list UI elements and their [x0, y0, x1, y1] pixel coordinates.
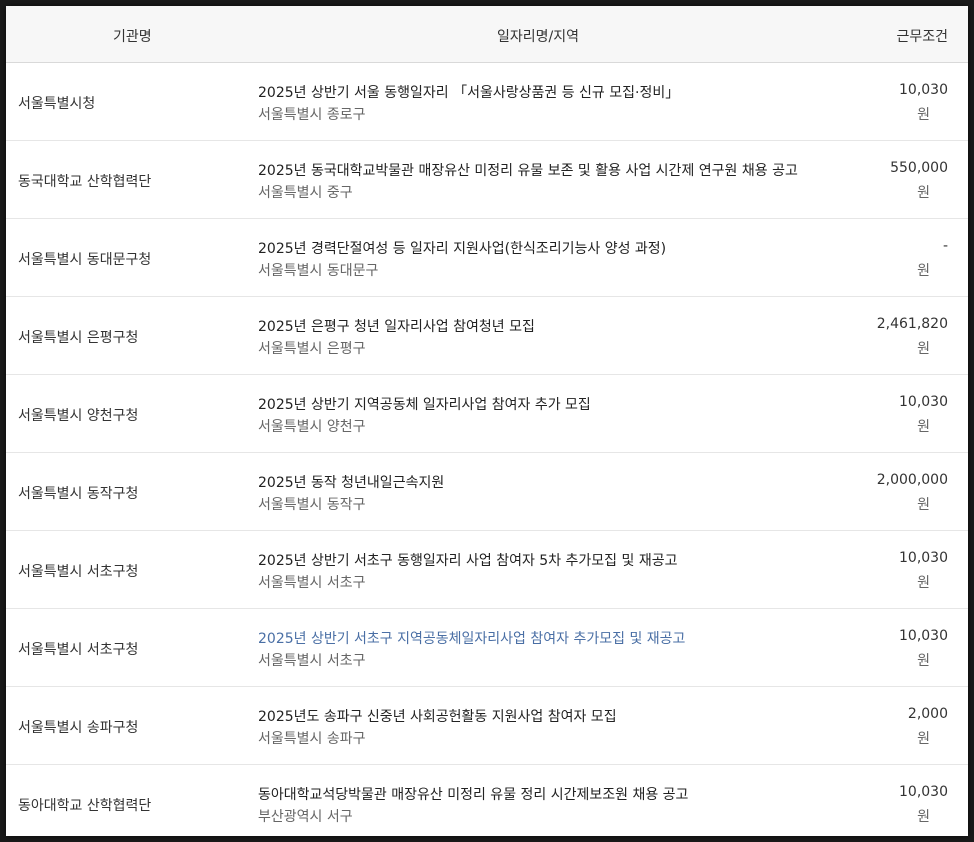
- wage-unit: 원: [917, 107, 930, 123]
- org-name: 서울특별시 동작구청: [18, 486, 139, 502]
- wage-unit: 원: [917, 497, 930, 513]
- table-row[interactable]: 서울특별시 동작구청 2025년 동작 청년내일근속지원 서울특별시 동작구 2…: [6, 453, 968, 531]
- table-row[interactable]: 서울특별시청 2025년 상반기 서울 동행일자리 「서울사랑상품권 등 신규 …: [6, 63, 968, 141]
- org-name: 서울특별시 서초구청: [18, 642, 139, 658]
- job-region: 서울특별시 서초구: [258, 653, 366, 669]
- org-name: 서울특별시 송파구청: [18, 720, 139, 736]
- table-row[interactable]: 동아대학교 산학협력단 동아대학교석당박물관 매장유산 미정리 유물 정리 시간…: [6, 765, 968, 836]
- job-title-link[interactable]: 2025년 경력단절여성 등 일자리 지원사업(한식조리기능사 양성 과정): [258, 238, 666, 258]
- org-name: 서울특별시 양천구청: [18, 408, 139, 424]
- org-name: 서울특별시 은평구청: [18, 330, 139, 346]
- wage-amount: 550,000: [890, 160, 948, 176]
- org-name: 서울특별시청: [18, 96, 96, 112]
- job-region: 서울특별시 은평구: [258, 341, 366, 357]
- job-title-link[interactable]: 2025년 상반기 서초구 동행일자리 사업 참여자 5차 추가모집 및 재공고: [258, 550, 677, 570]
- table-row[interactable]: 서울특별시 송파구청 2025년도 송파구 신중년 사회공헌활동 지원사업 참여…: [6, 687, 968, 765]
- wage-unit: 원: [917, 341, 930, 357]
- wage-amount: 2,461,820: [876, 316, 948, 332]
- org-name: 동국대학교 산학협력단: [18, 174, 152, 190]
- wage-unit: 원: [917, 263, 930, 279]
- table-row[interactable]: 동국대학교 산학협력단 2025년 동국대학교박물관 매장유산 미정리 유물 보…: [6, 141, 968, 219]
- job-region: 서울특별시 양천구: [258, 419, 366, 435]
- job-title-link[interactable]: 2025년 은평구 청년 일자리사업 참여청년 모집: [258, 316, 535, 336]
- table-row[interactable]: 서울특별시 은평구청 2025년 은평구 청년 일자리사업 참여청년 모집 서울…: [6, 297, 968, 375]
- wage-amount: 10,030: [899, 784, 948, 800]
- org-name: 동아대학교 산학협력단: [18, 798, 152, 814]
- column-header-conditions: 근무조건: [896, 29, 948, 45]
- table-row[interactable]: 서울특별시 동대문구청 2025년 경력단절여성 등 일자리 지원사업(한식조리…: [6, 219, 968, 297]
- wage-amount: 10,030: [899, 550, 948, 566]
- wage-amount: 2,000: [907, 706, 948, 722]
- job-title-link[interactable]: 2025년 상반기 서울 동행일자리 「서울사랑상품권 등 신규 모집·정비」: [258, 82, 679, 102]
- job-listing-table: 기관명 일자리명/지역 근무조건 서울특별시청 2025년 상반기 서울 동행일…: [6, 6, 968, 836]
- wage-amount: 10,030: [899, 82, 948, 98]
- org-name: 서울특별시 서초구청: [18, 564, 139, 580]
- column-header-title: 일자리명/지역: [497, 29, 579, 45]
- wage-amount: 10,030: [899, 628, 948, 644]
- wage-unit: 원: [917, 809, 930, 825]
- job-title-link[interactable]: 2025년 상반기 서초구 지역공동체일자리사업 참여자 추가모집 및 재공고: [258, 628, 685, 648]
- wage-unit: 원: [917, 575, 930, 591]
- job-region: 서울특별시 송파구: [258, 731, 366, 747]
- table-row[interactable]: 서울특별시 서초구청 2025년 상반기 서초구 동행일자리 사업 참여자 5차…: [6, 531, 968, 609]
- table-header: 기관명 일자리명/지역 근무조건: [6, 6, 968, 63]
- wage-amount: -: [942, 238, 948, 254]
- job-title-link[interactable]: 2025년 상반기 지역공동체 일자리사업 참여자 추가 모집: [258, 394, 591, 414]
- table-row[interactable]: 서울특별시 서초구청 2025년 상반기 서초구 지역공동체일자리사업 참여자 …: [6, 609, 968, 687]
- job-region: 서울특별시 동대문구: [258, 263, 379, 279]
- wage-unit: 원: [917, 731, 930, 747]
- job-title-link[interactable]: 2025년 동국대학교박물관 매장유산 미정리 유물 보존 및 활용 사업 시간…: [258, 160, 798, 180]
- wage-amount: 2,000,000: [876, 472, 948, 488]
- wage-unit: 원: [917, 653, 930, 669]
- wage-unit: 원: [917, 419, 930, 435]
- org-name: 서울특별시 동대문구청: [18, 252, 152, 268]
- job-region: 서울특별시 서초구: [258, 575, 366, 591]
- wage-amount: 10,030: [899, 394, 948, 410]
- column-header-org: 기관명: [113, 29, 152, 45]
- job-title-link[interactable]: 동아대학교석당박물관 매장유산 미정리 유물 정리 시간제보조원 채용 공고: [258, 784, 688, 804]
- table-row[interactable]: 서울특별시 양천구청 2025년 상반기 지역공동체 일자리사업 참여자 추가 …: [6, 375, 968, 453]
- wage-unit: 원: [917, 185, 930, 201]
- job-region: 서울특별시 중구: [258, 185, 353, 201]
- job-title-link[interactable]: 2025년 동작 청년내일근속지원: [258, 472, 444, 492]
- job-region: 부산광역시 서구: [258, 809, 353, 825]
- job-region: 서울특별시 동작구: [258, 497, 366, 513]
- job-title-link[interactable]: 2025년도 송파구 신중년 사회공헌활동 지원사업 참여자 모집: [258, 706, 617, 726]
- job-region: 서울특별시 종로구: [258, 107, 366, 123]
